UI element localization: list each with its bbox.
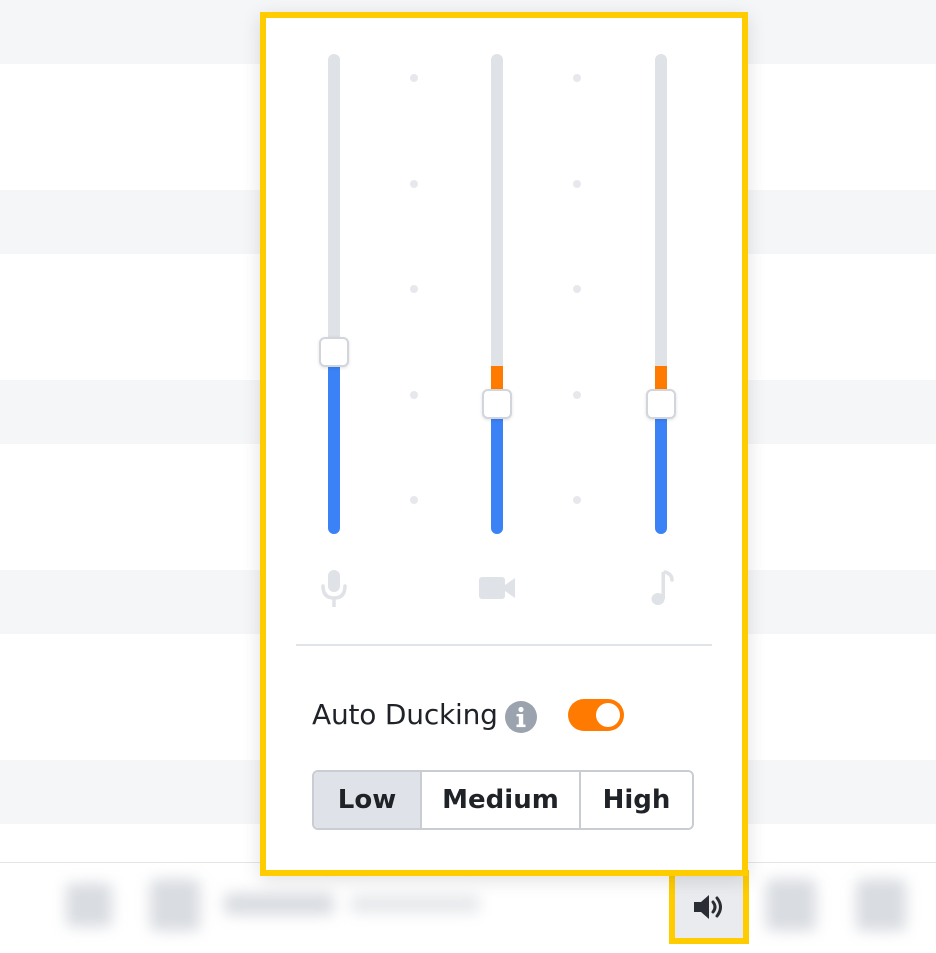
toggle-knob (596, 703, 620, 727)
blurred-control (224, 893, 334, 915)
ducking-high-button[interactable]: High (579, 772, 692, 828)
info-icon[interactable] (504, 700, 538, 734)
blurred-control (150, 879, 200, 931)
scale-dot (410, 391, 418, 399)
blurred-control (350, 895, 480, 913)
ducking-level-selector: Low Medium High (312, 770, 694, 830)
microphone-volume-slider[interactable] (328, 54, 340, 534)
microphone-icon (321, 570, 347, 607)
music-level-fill (655, 404, 667, 534)
scale-dot (410, 180, 418, 188)
volume-button[interactable] (669, 870, 749, 944)
speaker-volume-icon (694, 895, 722, 919)
divider (296, 644, 712, 646)
blurred-control (66, 883, 112, 927)
scale-dot (573, 74, 581, 82)
video-camera-icon (479, 577, 515, 599)
music-note-icon (651, 570, 674, 605)
auto-ducking-label: Auto Ducking (312, 698, 498, 731)
scale-dot (410, 285, 418, 293)
scale-dot (573, 496, 581, 504)
scale-dot (573, 285, 581, 293)
auto-ducking-toggle[interactable] (568, 699, 624, 731)
video-level-fill (491, 404, 503, 534)
music-slider-thumb[interactable] (646, 389, 676, 420)
blurred-control (766, 879, 816, 931)
microphone-slider-thumb[interactable] (319, 336, 349, 367)
scale-dot (410, 74, 418, 82)
scale-dot (410, 496, 418, 504)
audio-mixer-popover: Auto Ducking Low Medium High (260, 12, 748, 876)
video-slider-thumb[interactable] (482, 389, 512, 420)
music-volume-slider[interactable] (655, 54, 667, 534)
ducking-medium-button[interactable]: Medium (420, 772, 579, 828)
scale-dot (573, 391, 581, 399)
microphone-level-fill (328, 351, 340, 534)
blurred-control (856, 879, 906, 931)
ducking-low-button[interactable]: Low (314, 772, 420, 828)
scale-dot (573, 180, 581, 188)
video-volume-slider[interactable] (491, 54, 503, 534)
